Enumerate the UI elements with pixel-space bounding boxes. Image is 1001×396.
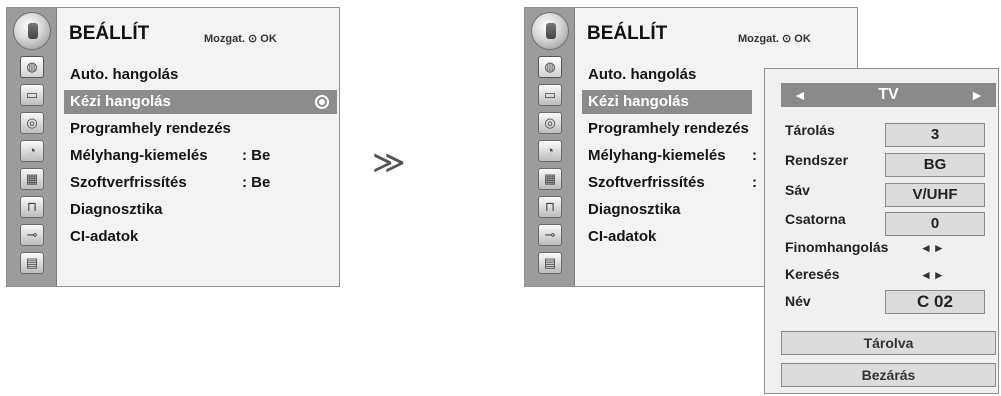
menu-sidebar: ◍ ▭ ◎ ◔ ▦ ⊓ ⊸ ▤ bbox=[7, 8, 57, 286]
menu-item-diagnostics[interactable]: Diagnosztika bbox=[582, 198, 752, 222]
field-label-system: Rendszer bbox=[785, 152, 849, 168]
menu-item-software-update[interactable]: Szoftverfrissítés : bbox=[582, 171, 757, 195]
menu-item-value: : bbox=[752, 174, 757, 191]
nav-hint: Mozgat. ⊙ OK bbox=[204, 33, 277, 45]
globe-icon[interactable]: ◍ bbox=[20, 56, 44, 78]
satellite-dish-icon bbox=[531, 12, 569, 50]
clock-icon[interactable]: ◔ bbox=[20, 140, 44, 162]
menu-title: BEÁLLÍT bbox=[69, 23, 150, 44]
menu-item-ci-info[interactable]: CI-adatok bbox=[582, 225, 752, 249]
transition-arrow-icon: ≫ bbox=[372, 144, 406, 180]
menu-item-label: Diagnosztika bbox=[70, 201, 163, 218]
padlock-icon[interactable]: ⊓ bbox=[20, 196, 44, 218]
arrow-left-icon[interactable]: ◄ bbox=[793, 83, 807, 107]
menu-item-label: Mélyhang-kiemelés bbox=[70, 147, 208, 164]
padlock-icon[interactable]: ⊓ bbox=[538, 196, 562, 218]
menu-item-label: Szoftverfrissítés bbox=[588, 174, 705, 191]
menu-item-value: : Be bbox=[242, 174, 271, 191]
field-label-search: Keresés bbox=[785, 266, 840, 282]
menu-item-label: Mélyhang-kiemelés bbox=[588, 147, 726, 164]
menu-item-label: CI-adatok bbox=[70, 228, 139, 245]
radio-selected-icon bbox=[315, 95, 329, 109]
field-band[interactable]: V/UHF bbox=[885, 183, 985, 207]
satellite-dish-icon bbox=[13, 12, 51, 50]
menu-title: BEÁLLÍT bbox=[587, 23, 668, 44]
settings-menu-left: ◍ ▭ ◎ ◔ ▦ ⊓ ⊸ ▤ BEÁLLÍT Mozgat. ⊙ OK Aut… bbox=[6, 7, 340, 287]
menu-item-value: : bbox=[752, 147, 757, 164]
source-selector[interactable]: TV ◄ ► bbox=[781, 83, 996, 107]
menu-sidebar: ◍ ▭ ◎ ◔ ▦ ⊓ ⊸ ▤ bbox=[525, 8, 575, 286]
tv-icon[interactable]: ▭ bbox=[538, 84, 562, 106]
field-channel[interactable]: 0 bbox=[885, 212, 985, 236]
menu-item-label: Programhely rendezés bbox=[70, 120, 231, 137]
menu-item-value: : Be bbox=[242, 147, 271, 164]
menu-item-label: CI-adatok bbox=[588, 228, 657, 245]
menu-item-manual-tuning[interactable]: Kézi hangolás bbox=[582, 90, 752, 114]
menu-item-manual-tuning[interactable]: Kézi hangolás bbox=[64, 90, 337, 114]
field-label-name: Név bbox=[785, 293, 811, 309]
field-storage[interactable]: 3 bbox=[885, 123, 985, 147]
menu-item-auto-tuning[interactable]: Auto. hangolás bbox=[582, 63, 752, 87]
menu-item-bass-boost[interactable]: Mélyhang-kiemelés : Be bbox=[64, 144, 337, 168]
close-button[interactable]: Bezárás bbox=[781, 363, 996, 387]
field-label-band: Sáv bbox=[785, 182, 810, 198]
menu-item-label: Kézi hangolás bbox=[588, 93, 689, 110]
menu-item-bass-boost[interactable]: Mélyhang-kiemelés : bbox=[582, 144, 757, 168]
nav-hint: Mozgat. ⊙ OK bbox=[738, 33, 811, 45]
plug-icon[interactable]: ⊸ bbox=[20, 224, 44, 246]
globe-icon[interactable]: ◍ bbox=[538, 56, 562, 78]
picture-icon[interactable]: ▤ bbox=[20, 252, 44, 274]
fine-tune-arrows-icon[interactable]: ◄► bbox=[920, 241, 946, 255]
lock-icon[interactable]: ▦ bbox=[538, 168, 562, 190]
menu-item-diagnostics[interactable]: Diagnosztika bbox=[64, 198, 337, 222]
menu-item-label: Szoftverfrissítés bbox=[70, 174, 187, 191]
menu-item-ci-info[interactable]: CI-adatok bbox=[64, 225, 337, 249]
menu-item-label: Kézi hangolás bbox=[70, 93, 171, 110]
field-label-channel: Csatorna bbox=[785, 211, 846, 227]
menu-item-label: Programhely rendezés bbox=[588, 120, 749, 137]
field-system[interactable]: BG bbox=[885, 153, 985, 177]
source-label: TV bbox=[878, 86, 899, 103]
menu-item-software-update[interactable]: Szoftverfrissítés : Be bbox=[64, 171, 337, 195]
menu-item-program-edit[interactable]: Programhely rendezés bbox=[582, 117, 752, 141]
menu-item-label: Diagnosztika bbox=[588, 201, 681, 218]
search-arrows-icon[interactable]: ◄► bbox=[920, 268, 946, 282]
speaker-icon[interactable]: ◎ bbox=[538, 112, 562, 134]
arrow-right-icon[interactable]: ► bbox=[970, 83, 984, 107]
menu-item-auto-tuning[interactable]: Auto. hangolás bbox=[64, 63, 337, 87]
store-button[interactable]: Tárolva bbox=[781, 331, 996, 355]
lock-icon[interactable]: ▦ bbox=[20, 168, 44, 190]
field-label-fine-tune: Finomhangolás bbox=[785, 239, 889, 255]
field-name[interactable]: C 02 bbox=[885, 290, 985, 314]
menu-item-label: Auto. hangolás bbox=[588, 66, 697, 83]
field-label-storage: Tárolás bbox=[785, 122, 835, 138]
tv-icon[interactable]: ▭ bbox=[20, 84, 44, 106]
picture-icon[interactable]: ▤ bbox=[538, 252, 562, 274]
menu-item-label: Auto. hangolás bbox=[70, 66, 179, 83]
speaker-icon[interactable]: ◎ bbox=[20, 112, 44, 134]
clock-icon[interactable]: ◔ bbox=[538, 140, 562, 162]
manual-tuning-popup: TV ◄ ► Tárolás 3 Rendszer BG Sáv V/UHF C… bbox=[764, 68, 999, 394]
menu-item-program-edit[interactable]: Programhely rendezés bbox=[64, 117, 337, 141]
plug-icon[interactable]: ⊸ bbox=[538, 224, 562, 246]
